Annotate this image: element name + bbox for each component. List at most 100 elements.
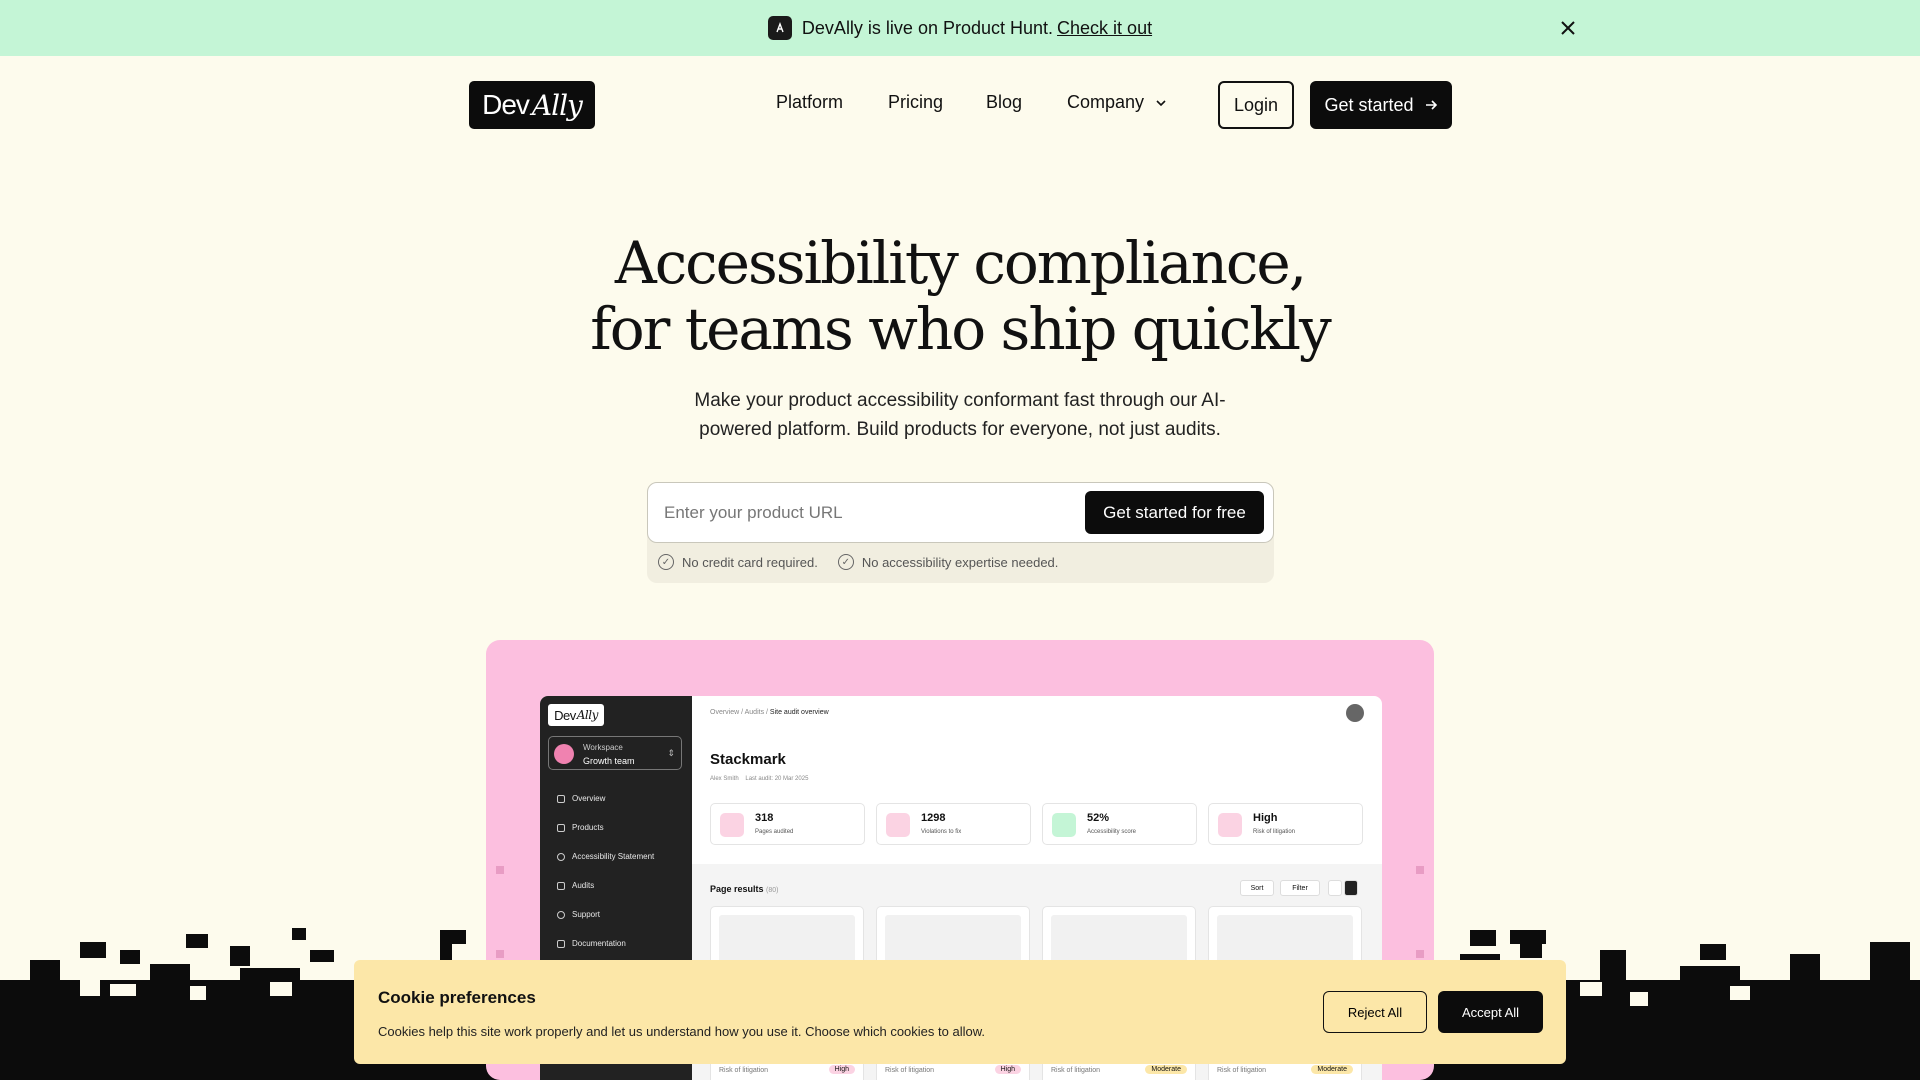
- corner-decoration: [1416, 950, 1424, 958]
- note-no-card-text: No credit card required.: [682, 554, 818, 570]
- workspace-name: Growth team: [583, 756, 635, 766]
- warning-icon: [886, 813, 910, 837]
- stat-card: 52% Accessibility score: [1042, 803, 1197, 845]
- workspace-switcher[interactable]: Workspace Growth team ⇕: [548, 736, 682, 770]
- check-circle-icon: ✓: [837, 554, 854, 570]
- accessibility-icon: [557, 853, 565, 861]
- headset-icon: [557, 911, 565, 919]
- hero-title-line1: Accessibility compliance,: [614, 229, 1307, 297]
- form-notes: ✓ No credit card required. ✓ No accessibil…: [658, 554, 1058, 570]
- sidebar-item-accessibility-statement[interactable]: Accessibility Statement: [572, 852, 654, 861]
- logo-text-dev: Dev: [482, 89, 530, 120]
- updown-chevron-icon: ⇕: [667, 748, 675, 758]
- accessibility-icon: [1052, 813, 1076, 837]
- note-no-expertise: ✓ No accessibility expertise needed.: [837, 554, 1059, 570]
- nav-pricing[interactable]: Pricing: [888, 92, 943, 113]
- app-logo-dev: Dev: [554, 707, 576, 723]
- stat-label: Risk of litigation: [1253, 829, 1296, 835]
- logo[interactable]: Dev Ally: [469, 81, 595, 129]
- breadcrumb-path[interactable]: Overview / Audits /: [710, 709, 768, 716]
- status-badge: High: [994, 1065, 1021, 1074]
- corner-decoration: [496, 866, 504, 874]
- sort-label: Sort: [1250, 884, 1264, 892]
- sidebar-item-overview[interactable]: Overview: [572, 794, 605, 803]
- sidebar-item-support[interactable]: Support: [572, 910, 600, 919]
- status-badge: Moderate: [1311, 1065, 1353, 1074]
- breadcrumb: Overview / Audits / Site audit overview: [710, 709, 829, 716]
- cookie-banner: Cookie preferences Cookies help this sit…: [354, 960, 1566, 1064]
- project-meta: Alex Smith Last audit: 20 Mar 2025: [710, 776, 808, 782]
- stat-card: High Risk of litigation: [1208, 803, 1363, 845]
- avatar[interactable]: [1346, 704, 1364, 722]
- hero-title-line2: for teams who ship quickly: [590, 295, 1332, 363]
- note-no-expertise-text: No accessibility expertise needed.: [861, 554, 1059, 570]
- arrow-up-icon: [1218, 813, 1242, 837]
- sidebar-item-documentation[interactable]: Documentation: [572, 939, 626, 948]
- accept-all-button[interactable]: Accept All: [1438, 991, 1543, 1033]
- announcement-bar: DevAlly is live on Product Hunt. Check i…: [0, 0, 1920, 56]
- risk-label: Risk of litigation: [719, 1067, 769, 1074]
- risk-label: Risk of litigation: [885, 1067, 935, 1074]
- results-title: Page results (80): [710, 884, 779, 894]
- sidebar-item-audits[interactable]: Audits: [572, 881, 594, 890]
- filter-label: Filter: [1292, 884, 1308, 892]
- stat-value: 318: [755, 812, 774, 824]
- hero-title: Accessibility compliance, for teams who …: [560, 230, 1360, 362]
- stat-value: High: [1253, 812, 1278, 824]
- reject-all-button[interactable]: Reject All: [1323, 991, 1427, 1033]
- get-started-free-button[interactable]: Get started for free: [1085, 491, 1264, 534]
- book-icon: [557, 940, 565, 948]
- project-title: Stackmark: [710, 751, 786, 768]
- logo-text-ally: Ally: [531, 88, 583, 122]
- list-view-button[interactable]: [1328, 880, 1342, 896]
- breadcrumb-current: Site audit overview: [769, 709, 829, 716]
- nav-blog[interactable]: Blog: [986, 92, 1022, 113]
- app-logo: Dev Ally: [548, 704, 604, 726]
- results-count: (80): [766, 887, 779, 894]
- stat-label: Accessibility score: [1087, 829, 1137, 835]
- sort-button[interactable]: Sort: [1240, 880, 1274, 896]
- arrow-right-icon: [1425, 100, 1437, 110]
- close-icon[interactable]: [1556, 16, 1580, 40]
- get-started-label: Get started: [1324, 94, 1414, 115]
- stat-label: Violations to fix: [921, 829, 962, 835]
- sidebar-item-products[interactable]: Products: [572, 823, 604, 832]
- stat-value: 52%: [1087, 812, 1110, 824]
- grid-icon: [557, 795, 565, 803]
- product-hunt-icon: [767, 16, 792, 40]
- login-button[interactable]: Login: [1218, 81, 1294, 129]
- cookie-title: Cookie preferences: [378, 988, 536, 1007]
- filter-icon: [557, 882, 565, 890]
- status-badge: Moderate: [1145, 1065, 1187, 1074]
- last-audit: Last audit: 20 Mar 2025: [745, 776, 809, 782]
- nav-company[interactable]: Company: [1067, 92, 1167, 113]
- box-icon: [557, 824, 565, 832]
- announcement-text: DevAlly is live on Product Hunt.: [801, 17, 1054, 38]
- announcement-link[interactable]: Check it out: [1057, 18, 1152, 39]
- filter-button[interactable]: Filter: [1280, 880, 1320, 896]
- stat-card: 318 Pages audited: [710, 803, 865, 845]
- corner-decoration: [496, 950, 504, 958]
- get-started-button[interactable]: Get started: [1310, 81, 1452, 129]
- app-logo-ally: Ally: [576, 708, 599, 722]
- grid-view-button[interactable]: [1344, 880, 1358, 896]
- note-no-card: ✓ No credit card required.: [658, 554, 818, 570]
- url-box: Get started for free: [647, 482, 1274, 543]
- stat-value: 1298: [921, 812, 946, 824]
- risk-label: Risk of litigation: [1217, 1067, 1267, 1074]
- nav-platform[interactable]: Platform: [776, 92, 843, 113]
- project-owner: Alex Smith: [710, 776, 739, 782]
- hero-subtitle: Make your product accessibility conforma…: [694, 390, 1226, 440]
- risk-label: Risk of litigation: [1051, 1067, 1101, 1074]
- workspace-avatar: [554, 744, 574, 764]
- stat-card: 1298 Violations to fix: [876, 803, 1031, 845]
- chevron-down-icon: [1156, 100, 1166, 107]
- stat-label: Pages audited: [755, 829, 794, 835]
- cookie-text: Cookies help this site work properly and…: [378, 1024, 985, 1039]
- page-icon: [720, 813, 744, 837]
- product-url-input[interactable]: [664, 495, 1064, 531]
- corner-decoration: [1416, 866, 1424, 874]
- check-circle-icon: ✓: [658, 554, 674, 570]
- results-title-text: Page results: [710, 884, 764, 894]
- status-badge: High: [828, 1065, 855, 1074]
